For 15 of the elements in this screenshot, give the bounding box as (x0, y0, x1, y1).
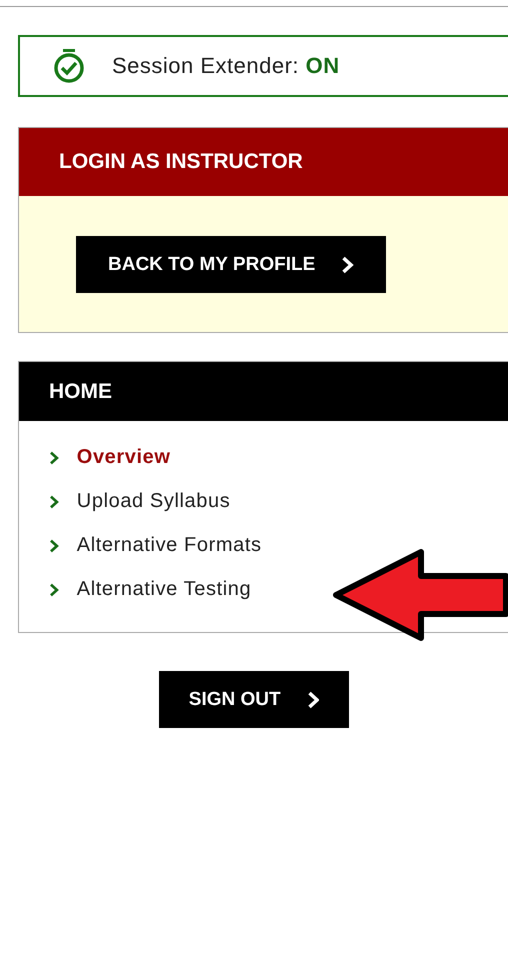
login-panel-title: LOGIN AS INSTRUCTOR (19, 128, 508, 196)
chevron-icon (341, 256, 354, 274)
session-extender-status: Session Extender: ON (112, 53, 340, 79)
chevron-icon (49, 450, 59, 464)
chevron-icon (49, 538, 59, 552)
home-panel-title: HOME (19, 362, 508, 421)
chevron-icon (49, 582, 59, 596)
nav-link[interactable]: Upload Syllabus (49, 487, 508, 516)
back-to-profile-button[interactable]: BACK TO MY PROFILE (76, 236, 386, 293)
chevron-icon (49, 494, 59, 508)
chevron-icon (306, 690, 320, 708)
nav-link[interactable]: Overview (49, 443, 508, 472)
sign-out-button[interactable]: SIGN OUT (158, 671, 350, 728)
nav-link[interactable]: Alternative Formats (49, 531, 508, 560)
nav-link[interactable]: Alternative Testing (49, 575, 508, 604)
